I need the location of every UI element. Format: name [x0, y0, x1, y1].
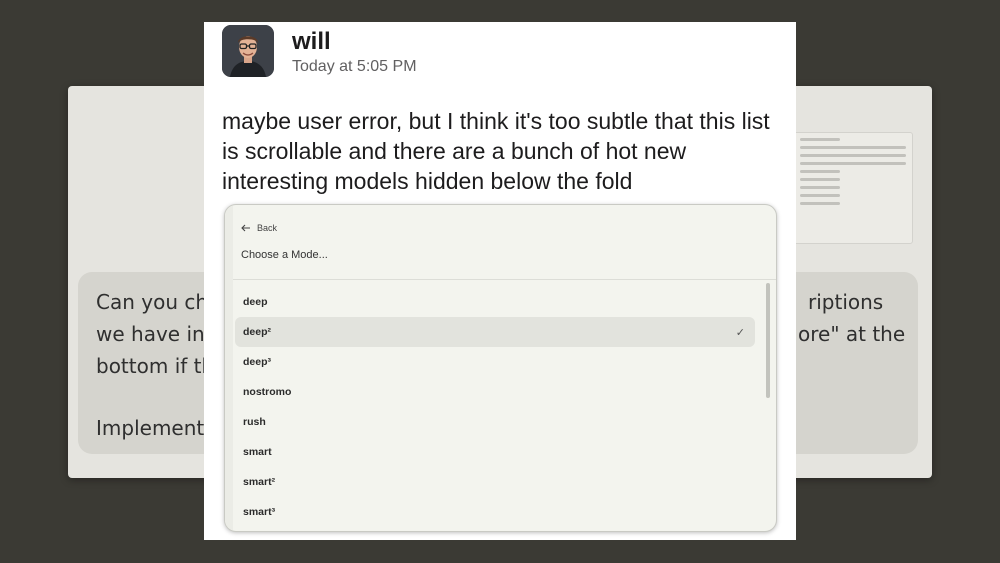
background-text-line: Can you ch — [96, 290, 209, 314]
mode-item-nostromo[interactable]: nostromo — [235, 377, 755, 407]
mode-item-label: nostromo — [243, 386, 292, 398]
mode-item-label: smart — [243, 446, 272, 458]
background-text-line: ore" at the — [798, 322, 906, 346]
mode-item-deep[interactable]: deep — [235, 287, 755, 317]
mode-item-label: deep — [243, 296, 268, 308]
message-text: maybe user error, but I think it's too s… — [222, 108, 770, 194]
background-thumbnail — [793, 132, 913, 244]
mode-item-deep3[interactable]: deep³ — [235, 347, 755, 377]
background-text-line: we have in — [96, 322, 205, 346]
message-timestamp[interactable]: Today at 5:05 PM — [292, 58, 417, 76]
background-text-line: Implement — [96, 416, 205, 440]
mode-item-rush[interactable]: rush — [235, 407, 755, 437]
mode-item-label: smart³ — [243, 506, 276, 518]
author-name[interactable]: will — [292, 28, 331, 56]
attached-screenshot[interactable]: Back Choose a Mode... deep deep² ✓ deep³… — [224, 204, 777, 532]
mode-item-label: rush — [243, 416, 266, 428]
background-text-line: riptions — [808, 290, 884, 314]
mode-item-deep2[interactable]: deep² ✓ — [235, 317, 755, 347]
mode-item-smart[interactable]: smart — [235, 437, 755, 467]
divider — [233, 279, 776, 280]
back-label: Back — [257, 223, 278, 233]
back-button[interactable]: Back — [241, 223, 277, 233]
mode-list[interactable]: deep deep² ✓ deep³ nostromo rush smart s… — [235, 287, 755, 527]
mode-item-label: deep³ — [243, 356, 272, 368]
mode-item-smart2[interactable]: smart² — [235, 467, 755, 497]
background-text-line: bottom if th — [96, 354, 215, 378]
message-card: will Today at 5:05 PM maybe user error, … — [204, 22, 796, 540]
avatar[interactable] — [222, 25, 274, 77]
mode-item-label: smart² — [243, 476, 276, 488]
mode-item-smart3[interactable]: smart³ — [235, 497, 755, 527]
mode-item-label: deep² — [243, 326, 272, 338]
list-scrollbar[interactable] — [766, 283, 770, 398]
left-edge-strip — [225, 205, 233, 531]
arrow-left-icon — [241, 224, 250, 232]
check-icon: ✓ — [735, 326, 745, 339]
mode-picker-title: Choose a Mode... — [241, 249, 328, 261]
